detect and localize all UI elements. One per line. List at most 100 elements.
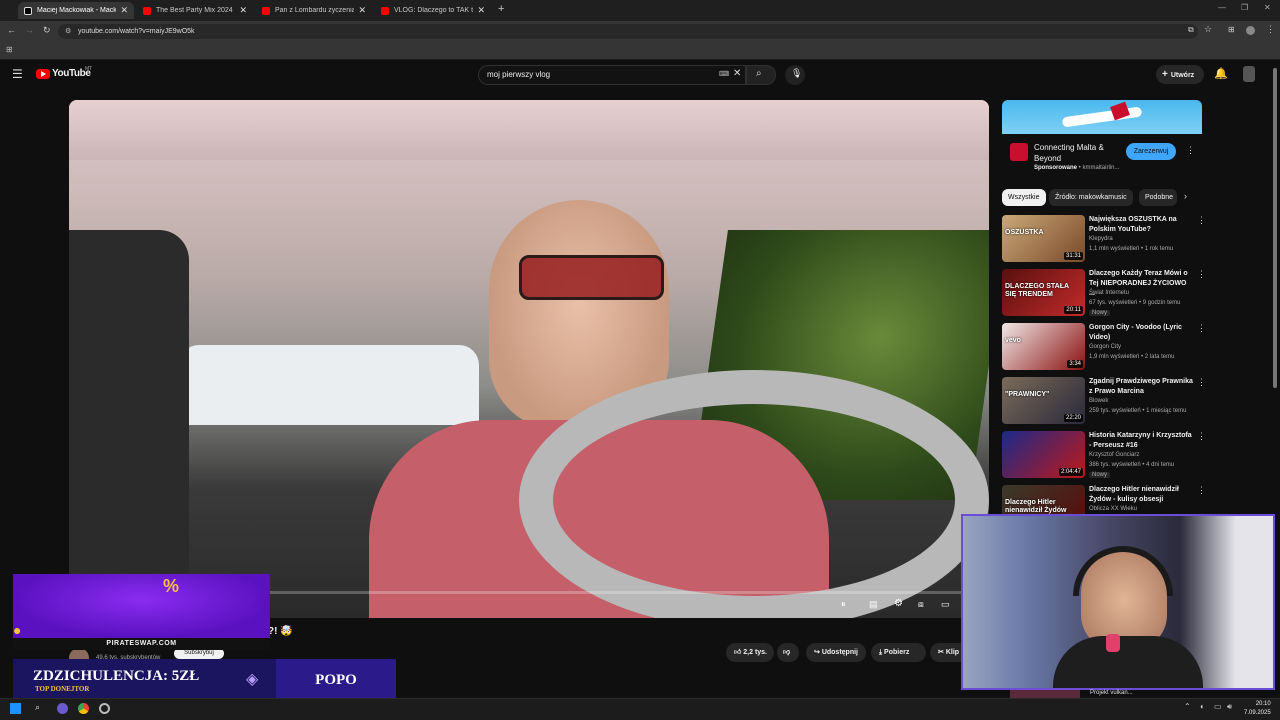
recommendation-thumbnail[interactable]: DLACZEGO STAŁA SIĘ TRENDEM 20:11 bbox=[1002, 269, 1085, 316]
video-duration: 20:11 bbox=[1064, 306, 1083, 314]
recommendation-channel[interactable]: Blowek bbox=[1089, 398, 1108, 404]
search-button[interactable]: ⌕ bbox=[746, 65, 776, 85]
discord-icon[interactable] bbox=[57, 703, 68, 714]
create-button[interactable]: + Utwórz bbox=[1156, 65, 1204, 84]
recommendation-channel[interactable]: Oblicza XX Wieku bbox=[1089, 506, 1137, 512]
site-info-icon[interactable]: ⚙ bbox=[65, 24, 71, 39]
apps-grid-icon[interactable]: ⊞ bbox=[6, 45, 13, 54]
extensions-icon[interactable]: ⊞ bbox=[1228, 25, 1235, 34]
recommendation-item[interactable]: "PRAWNICY" 22:20 Zgadnij Prawdziwego Prawn… bbox=[1002, 377, 1208, 427]
subtitles-icon[interactable]: ▤ bbox=[869, 599, 878, 610]
volume-icon[interactable]: 🔊︎ bbox=[1227, 702, 1232, 712]
browser-tab[interactable]: VLOG: Dlaczego to TAK trudne ✕ bbox=[375, 2, 491, 19]
obs-icon[interactable] bbox=[99, 703, 110, 714]
chip-all[interactable]: Wszystkie bbox=[1002, 189, 1046, 206]
recommendation-channel[interactable]: Klepydra bbox=[1089, 236, 1113, 242]
page-scrollbar[interactable] bbox=[1273, 68, 1277, 388]
thumbnail-caption: "PRAWNICY" bbox=[1005, 391, 1050, 398]
share-button[interactable]: ↪ Udostępnij bbox=[806, 643, 866, 662]
recommendation-item[interactable]: DLACZEGO STAŁA SIĘ TRENDEM 20:11 Dlaczego … bbox=[1002, 269, 1208, 319]
forward-icon[interactable]: → bbox=[25, 25, 34, 35]
browser-tab[interactable]: The Best Party Mix 2024 | Remi ✕ bbox=[137, 2, 253, 19]
recommendation-title[interactable]: Gorgon City - Voodoo (Lyric Video) bbox=[1089, 323, 1193, 343]
more-actions-icon[interactable]: ⋮ bbox=[1197, 323, 1206, 334]
donation-label: ZDZICHULENCJA: 5ZŁ bbox=[33, 668, 200, 684]
more-actions-icon[interactable]: ⋮ bbox=[1197, 485, 1206, 496]
download-button[interactable]: ⤓ Pobierz bbox=[871, 643, 926, 662]
recommendation-thumbnail[interactable]: 2:04:47 bbox=[1002, 431, 1085, 478]
ad-cta-button[interactable]: Zarezerwuj bbox=[1126, 143, 1176, 160]
search-input[interactable]: moj pierwszy vlog ⌨ ✕ bbox=[478, 65, 746, 85]
tray-app-icon[interactable]: ◐ bbox=[1200, 702, 1205, 711]
thumbs-up-icon: 👍︎ bbox=[734, 649, 744, 656]
close-icon[interactable]: ✕ bbox=[120, 5, 128, 16]
top-donator-label: TOP DONEJTOR bbox=[35, 685, 90, 693]
youtube-logo-icon[interactable] bbox=[36, 69, 50, 79]
url-input[interactable]: ⚙ youtube.com/watch?v=maiyJE9wO5k bbox=[58, 24, 1198, 39]
clock[interactable]: 20:10 7.09.2025 bbox=[1244, 700, 1271, 718]
recommendation-channel[interactable]: Gorgon City bbox=[1089, 344, 1121, 350]
close-icon[interactable]: ✕ bbox=[358, 5, 366, 16]
more-actions-icon[interactable]: ⋮ bbox=[1197, 269, 1206, 280]
recommendation-title[interactable]: Zgadnij Prawdziwego Prawnika z Prawo Mar… bbox=[1089, 377, 1193, 397]
recommendation-item[interactable]: Dlaczego Hitler nienawidził Żydów Dlaczeg… bbox=[1002, 485, 1208, 515]
taskbar-search-icon[interactable]: ⌕ bbox=[35, 702, 40, 713]
recommendation-item[interactable]: OSZUSTKA 31:31 Największa OSZUSTKA na Pols… bbox=[1002, 215, 1208, 265]
recommendation-title[interactable]: Największa OSZUSTKA na Polskim YouTube? bbox=[1089, 215, 1193, 235]
chip-similar[interactable]: Podobne bbox=[1139, 189, 1177, 206]
browser-tab[interactable]: Maciej Mackowiak - Macko ✕ bbox=[18, 2, 134, 19]
ad-more-icon[interactable]: ⋮ bbox=[1186, 145, 1195, 156]
account-avatar[interactable] bbox=[1243, 66, 1255, 82]
ad-banner-image[interactable] bbox=[1002, 100, 1202, 134]
recommendation-channel[interactable]: Krzysztof Gonciarz bbox=[1089, 452, 1139, 458]
recommendation-title[interactable]: Dlaczego Hitler nienawidził Żydów - kuli… bbox=[1089, 485, 1193, 505]
recommendation-item[interactable]: 2:04:47 Historia Katarzyny i Krzysztofa -… bbox=[1002, 431, 1208, 481]
back-icon[interactable]: ← bbox=[7, 25, 16, 35]
browser-tab[interactable]: Pan z Lombardu życzenia urod ✕ bbox=[256, 2, 372, 19]
autoplay-toggle-icon[interactable]: ⏸ bbox=[841, 599, 846, 610]
reload-icon[interactable]: ↻ bbox=[43, 25, 51, 36]
new-tab-button[interactable]: + bbox=[498, 3, 504, 15]
recommendation-item[interactable]: vevo 3:34 Gorgon City - Voodoo (Lyric Vide… bbox=[1002, 323, 1208, 373]
more-actions-icon[interactable]: ⋮ bbox=[1197, 215, 1206, 226]
bookmarks-bar: ⊞ bbox=[0, 42, 1280, 60]
notifications-bell-icon[interactable]: 🔔 bbox=[1214, 67, 1228, 80]
more-actions-icon[interactable]: ⋮ bbox=[1197, 377, 1206, 388]
settings-gear-icon[interactable]: ⚙ bbox=[894, 598, 903, 609]
network-icon[interactable]: ▭ bbox=[1214, 702, 1222, 711]
chrome-icon[interactable] bbox=[78, 703, 89, 714]
keyboard-icon[interactable]: ⌨ bbox=[719, 66, 729, 84]
maximize-icon[interactable]: ❐ bbox=[1241, 3, 1248, 12]
close-icon[interactable]: ✕ bbox=[477, 5, 485, 16]
recommendation-thumbnail[interactable]: OSZUSTKA 31:31 bbox=[1002, 215, 1085, 262]
recommendation-thumbnail[interactable]: Dlaczego Hitler nienawidził Żydów bbox=[1002, 485, 1085, 515]
like-button[interactable]: 👍︎ 2,2 tys. bbox=[726, 643, 774, 662]
advertiser-logo[interactable] bbox=[1010, 143, 1028, 161]
browser-menu-icon[interactable]: ⋮ bbox=[1266, 24, 1275, 35]
youtube-header: ☰ YouTube MT moj pierwszy vlog ⌨ ✕ ⌕ 🎙 +… bbox=[0, 60, 1280, 90]
tray-expand-icon[interactable]: ⌃ bbox=[1184, 702, 1191, 711]
theater-mode-icon[interactable]: ▭ bbox=[941, 599, 950, 610]
headphones-icon bbox=[1073, 546, 1173, 596]
more-actions-icon[interactable]: ⋮ bbox=[1197, 431, 1206, 442]
voice-search-button[interactable]: 🎙 bbox=[785, 65, 805, 85]
recommendation-title[interactable]: Historia Katarzyny i Krzysztofa - Perseu… bbox=[1089, 431, 1193, 451]
clear-search-icon[interactable]: ✕ bbox=[733, 65, 741, 83]
chips-next-icon[interactable]: › bbox=[1184, 191, 1187, 201]
ad-title[interactable]: Connecting Malta & Beyond bbox=[1034, 142, 1124, 164]
minimize-icon[interactable]: — bbox=[1218, 3, 1226, 12]
install-icon[interactable]: ⧉ bbox=[1188, 25, 1194, 35]
profile-avatar[interactable] bbox=[1246, 26, 1255, 35]
dislike-button[interactable]: 👎︎ bbox=[777, 643, 799, 662]
recommendation-thumbnail[interactable]: "PRAWNICY" 22:20 bbox=[1002, 377, 1085, 424]
window-close-icon[interactable]: ✕ bbox=[1264, 3, 1271, 12]
hamburger-menu-icon[interactable]: ☰ bbox=[12, 67, 23, 81]
close-icon[interactable]: ✕ bbox=[239, 5, 247, 16]
recommendation-thumbnail[interactable]: vevo 3:34 bbox=[1002, 323, 1085, 370]
video-player[interactable]: ⏸ ▤ ⚙ ⧈ ▭ bbox=[69, 100, 989, 618]
miniplayer-icon[interactable]: ⧈ bbox=[918, 599, 924, 610]
recommendation-channel[interactable]: Świat Internetu bbox=[1089, 290, 1129, 296]
start-button[interactable] bbox=[10, 703, 21, 714]
bookmark-star-icon[interactable]: ☆ bbox=[1204, 24, 1212, 35]
chip-source[interactable]: Źródło: makowkamusic bbox=[1049, 189, 1133, 206]
